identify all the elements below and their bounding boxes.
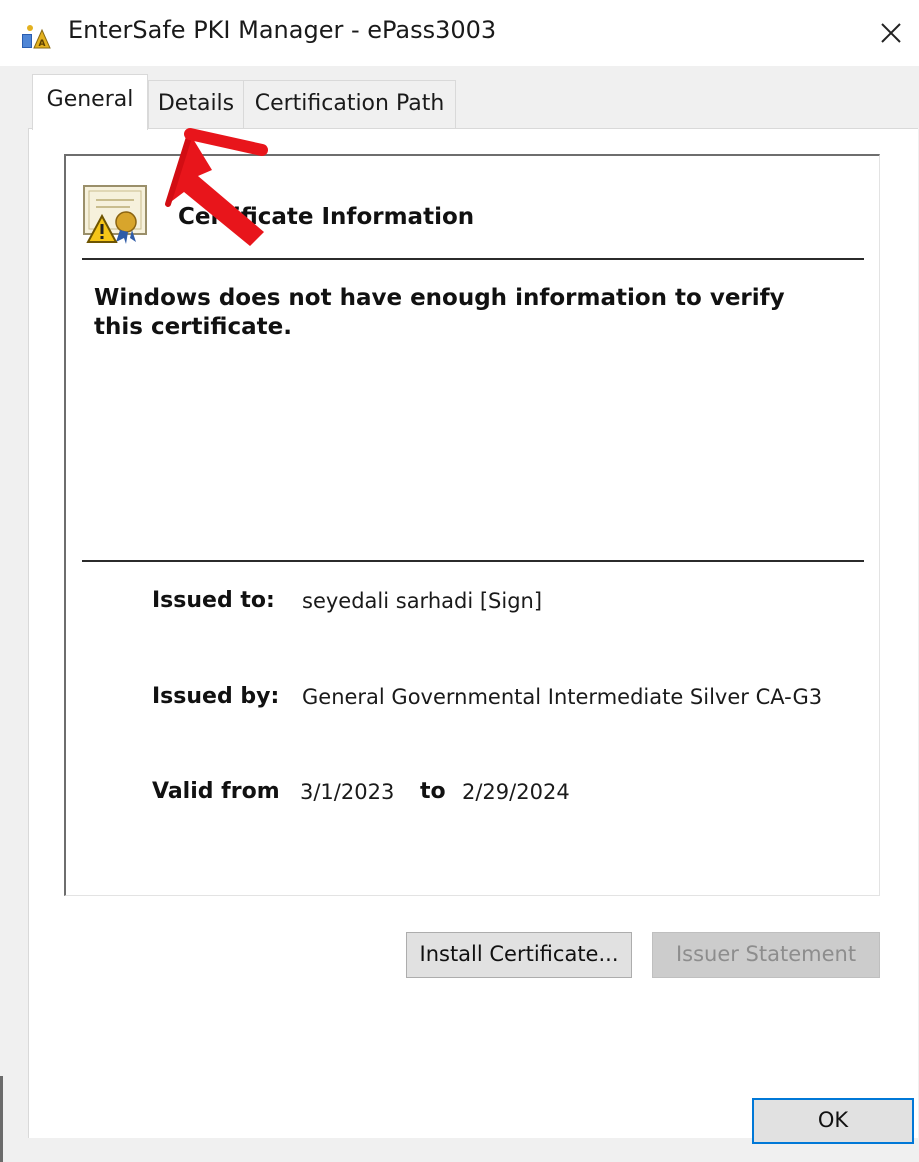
issued-to-value: seyedali sarhadi [Sign]: [302, 589, 543, 613]
certificate-warning-icon: [83, 185, 147, 244]
svg-text:A: A: [39, 39, 46, 49]
valid-to-label: to: [420, 779, 446, 804]
valid-from-label: Valid from: [152, 779, 280, 804]
app-icon: A: [22, 25, 51, 49]
certificate-dialog: A EnterSafe PKI Manager - ePass3003 Gene…: [0, 0, 919, 1162]
tab-details[interactable]: Details: [148, 80, 244, 128]
divider: [82, 258, 864, 260]
verification-warning: Windows does not have enough information…: [94, 285, 785, 340]
tab-certification-path[interactable]: Certification Path: [244, 80, 456, 128]
install-certificate-button[interactable]: Install Certificate...: [406, 932, 632, 978]
close-icon[interactable]: [870, 12, 910, 52]
divider: [82, 560, 864, 562]
issued-by-label: Issued by:: [152, 684, 280, 709]
issued-to-label: Issued to:: [152, 588, 275, 613]
title-bar: A EnterSafe PKI Manager - ePass3003: [0, 0, 919, 66]
valid-to-value: 2/29/2024: [462, 780, 570, 804]
valid-from-value: 3/1/2023: [300, 780, 395, 804]
tab-general[interactable]: General: [32, 74, 148, 130]
issued-by-value: General Governmental Intermediate Silver…: [302, 685, 823, 709]
ok-button[interactable]: OK: [752, 1098, 914, 1144]
window-title: EnterSafe PKI Manager - ePass3003: [68, 16, 497, 44]
certificate-heading: Certificate Information: [178, 204, 475, 230]
issuer-statement-button: Issuer Statement: [652, 932, 880, 978]
